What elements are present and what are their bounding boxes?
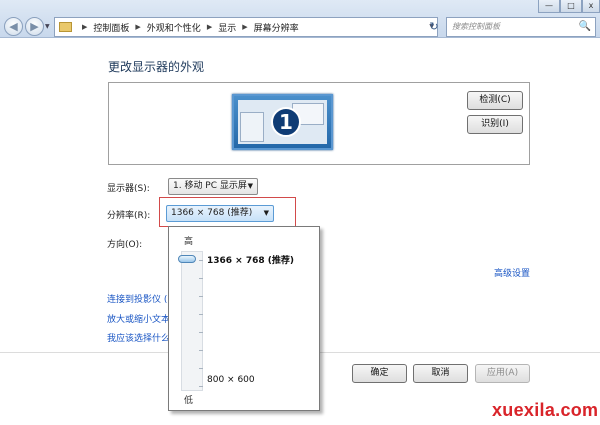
slider-tick — [199, 350, 203, 351]
breadcrumb-appearance[interactable]: 外观和个性化 — [147, 21, 201, 34]
display-preview: 1 检测(C) 识别(I) — [108, 82, 530, 165]
window-controls: — □ x — [538, 0, 600, 13]
refresh-icon[interactable]: ↻ — [424, 17, 444, 37]
chevron-right-icon[interactable]: ▶ — [135, 23, 140, 31]
minimize-button[interactable]: — — [538, 0, 560, 13]
ok-button[interactable]: 确定 — [352, 364, 407, 383]
chevron-right-icon[interactable]: ▶ — [207, 23, 212, 31]
chevron-right-icon[interactable]: ▶ — [82, 23, 87, 31]
advanced-settings-link[interactable]: 高级设置 — [494, 266, 530, 279]
search-icon[interactable]: 🔍 — [579, 18, 591, 36]
address-bar-area: — □ x ◀ ▶ ▼ ▶ 控制面板 ▶ 外观和个性化 ▶ 显示 ▶ 屏幕分辨率… — [0, 0, 600, 38]
resolution-slider-track[interactable] — [181, 251, 203, 391]
display-label: 显示器(S): — [107, 184, 150, 194]
monitor-1-icon[interactable]: 1 — [232, 94, 333, 150]
slider-low-label: 低 — [184, 396, 194, 406]
slider-tick — [199, 386, 203, 387]
slider-tick — [199, 314, 203, 315]
close-button[interactable]: x — [582, 0, 600, 13]
slider-tick — [199, 332, 203, 333]
display-select[interactable]: 1. 移动 PC 显示屏 ▼ — [168, 178, 258, 195]
watermark: xuexila.com — [492, 400, 599, 420]
search-input[interactable]: 搜索控制面板 🔍 — [446, 17, 596, 37]
slider-bottom-value[interactable]: 800 × 600 — [207, 375, 255, 385]
resolution-select-value: 1366 × 768 (推荐) — [171, 208, 253, 218]
text-size-link[interactable]: 放大或缩小文本 — [107, 312, 170, 325]
forward-button[interactable]: ▶ — [25, 17, 44, 36]
chevron-down-icon: ▼ — [263, 209, 269, 217]
search-placeholder: 搜索控制面板 — [452, 22, 500, 31]
slider-high-label: 高 — [184, 237, 194, 247]
maximize-button[interactable]: □ — [560, 0, 582, 13]
resolution-slider-thumb[interactable] — [178, 255, 196, 263]
breadcrumb-screen-resolution[interactable]: 屏幕分辨率 — [254, 21, 299, 34]
identify-button[interactable]: 识别(I) — [467, 115, 523, 134]
orientation-label: 方向(O): — [107, 240, 143, 250]
which-settings-link[interactable]: 我应该选择什么 — [107, 331, 170, 344]
recent-pages-dropdown[interactable]: ▼ — [45, 23, 50, 30]
display-select-value: 1. 移动 PC 显示屏 — [173, 181, 247, 191]
slider-tick — [199, 260, 203, 261]
breadcrumb-control-panel[interactable]: 控制面板 — [93, 21, 129, 34]
resolution-select[interactable]: 1366 × 768 (推荐) ▼ — [166, 205, 274, 222]
address-bar[interactable]: ▶ 控制面板 ▶ 外观和个性化 ▶ 显示 ▶ 屏幕分辨率 ▼ — [54, 17, 438, 37]
cancel-button[interactable]: 取消 — [413, 364, 468, 383]
slider-tick — [199, 368, 203, 369]
resolution-label: 分辨率(R): — [107, 211, 151, 221]
apply-button[interactable]: 应用(A) — [475, 364, 530, 383]
control-panel-icon — [59, 22, 72, 32]
breadcrumb-display[interactable]: 显示 — [218, 21, 236, 34]
window-thumbnail-icon — [240, 112, 264, 142]
monitor-screen: 1 — [238, 100, 327, 144]
chevron-right-icon[interactable]: ▶ — [242, 23, 247, 31]
slider-tick — [199, 278, 203, 279]
back-button[interactable]: ◀ — [4, 17, 23, 36]
slider-tick — [199, 296, 203, 297]
resolution-dropdown[interactable]: 高 1366 × 768 (推荐) 800 × 600 低 — [168, 226, 320, 411]
page-title: 更改显示器的外观 — [108, 60, 205, 74]
chevron-down-icon: ▼ — [247, 182, 253, 190]
monitor-number-badge: 1 — [271, 107, 301, 137]
detect-button[interactable]: 检测(C) — [467, 91, 523, 110]
slider-top-value[interactable]: 1366 × 768 (推荐) — [207, 253, 294, 266]
projector-link[interactable]: 连接到投影仪 ( — [107, 292, 167, 305]
